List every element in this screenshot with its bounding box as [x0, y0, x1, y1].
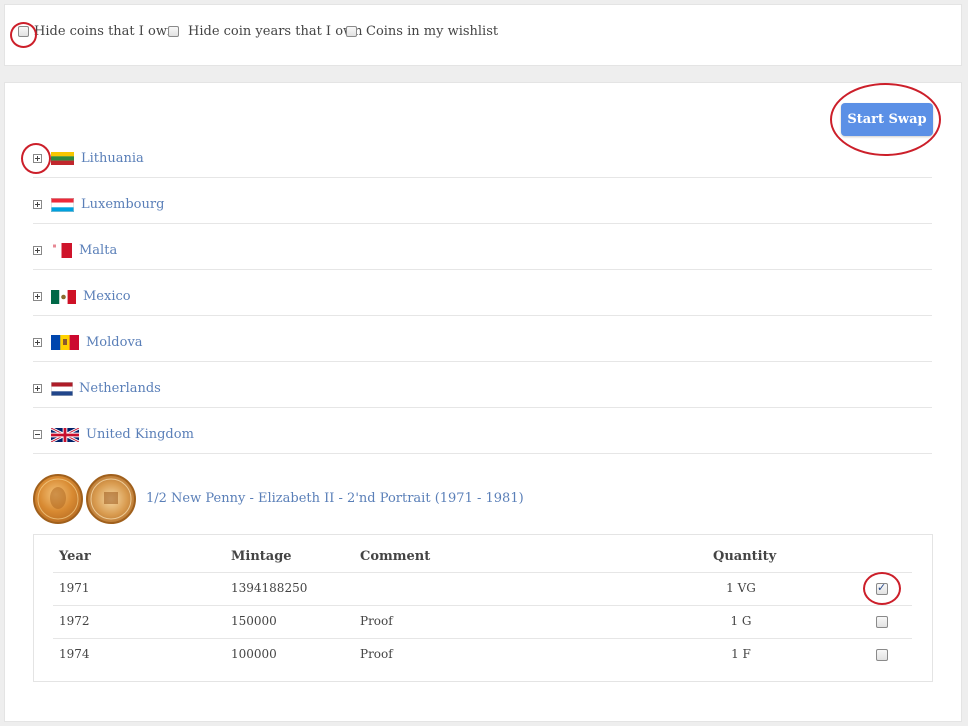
row-1971-year: 1971: [59, 581, 90, 595]
expand-icon[interactable]: [33, 200, 42, 209]
header-comment: Comment: [360, 549, 431, 564]
wishlist-label: Coins in my wishlist: [366, 24, 499, 39]
luxembourg-flag-icon: [51, 198, 74, 212]
filter-hide-owned-years[interactable]: Hide coin years that I own: [168, 24, 363, 39]
country-row-luxembourg: Luxembourg: [33, 178, 932, 224]
coin-reverse-image[interactable]: [86, 474, 136, 524]
expand-icon[interactable]: [33, 246, 42, 255]
table-divider: [53, 638, 912, 639]
coin-years-table: [33, 534, 933, 682]
country-row-mexico: Mexico: [33, 270, 932, 316]
country-link-malta[interactable]: Malta: [79, 243, 117, 258]
malta-flag-icon: [51, 243, 72, 258]
country-link-united-kingdom[interactable]: United Kingdom: [86, 427, 194, 442]
expand-icon[interactable]: [33, 154, 42, 163]
row-1971-quantity: 1 VG: [726, 581, 756, 595]
row-1974-mintage: 100000: [231, 647, 277, 661]
netherlands-flag-icon: [51, 382, 73, 396]
lithuania-flag-icon: [51, 152, 74, 165]
mexico-flag-icon: [51, 290, 76, 304]
filter-wishlist[interactable]: Coins in my wishlist: [346, 24, 498, 39]
country-link-lithuania[interactable]: Lithuania: [81, 151, 144, 166]
expand-icon[interactable]: [33, 384, 42, 393]
country-row-moldova: Moldova: [33, 316, 932, 362]
country-link-netherlands[interactable]: Netherlands: [79, 381, 161, 396]
row-1974-comment: Proof: [360, 647, 393, 661]
collapse-icon[interactable]: [33, 430, 42, 439]
country-link-luxembourg[interactable]: Luxembourg: [81, 197, 164, 212]
country-row-malta: Malta: [33, 224, 932, 270]
table-divider: [53, 572, 912, 573]
row-1972-swap-checkbox[interactable]: [876, 616, 888, 628]
header-year: Year: [59, 549, 91, 564]
expand-icon[interactable]: [33, 338, 42, 347]
moldova-flag-icon: [51, 335, 79, 350]
row-1974-year: 1974: [59, 647, 90, 661]
country-row-united-kingdom: United Kingdom: [33, 408, 932, 454]
hide-owned-coins-label: Hide coins that I own: [34, 24, 176, 39]
hide-owned-coins-checkbox[interactable]: [18, 26, 29, 37]
filter-hide-owned-coins[interactable]: Hide coins that I own: [18, 24, 175, 39]
row-1972-year: 1972: [59, 614, 90, 628]
row-1971-swap-checkbox[interactable]: [876, 581, 888, 595]
expand-icon[interactable]: [33, 292, 42, 301]
row-1971-mintage: 1394188250: [231, 581, 308, 595]
header-mintage: Mintage: [231, 549, 292, 564]
row-1972-quantity: 1 G: [730, 614, 752, 628]
coin-title-link[interactable]: 1/2 New Penny - Elizabeth II - 2'nd Port…: [146, 491, 524, 506]
country-link-mexico[interactable]: Mexico: [83, 289, 131, 304]
header-quantity: Quantity: [713, 549, 777, 564]
row-1974-swap-checkbox[interactable]: [876, 649, 888, 661]
country-row-lithuania: Lithuania: [33, 132, 932, 178]
wishlist-checkbox[interactable]: [346, 26, 357, 37]
country-link-moldova[interactable]: Moldova: [86, 335, 143, 350]
coin-obverse-image[interactable]: [33, 474, 83, 524]
table-divider: [53, 605, 912, 606]
country-row-netherlands: Netherlands: [33, 362, 932, 408]
hide-owned-years-label: Hide coin years that I own: [188, 24, 363, 39]
row-1972-mintage: 150000: [231, 614, 277, 628]
united-kingdom-flag-icon: [51, 428, 79, 442]
row-1972-comment: Proof: [360, 614, 393, 628]
hide-owned-years-checkbox[interactable]: [168, 26, 179, 37]
row-1974-quantity: 1 F: [731, 647, 751, 661]
